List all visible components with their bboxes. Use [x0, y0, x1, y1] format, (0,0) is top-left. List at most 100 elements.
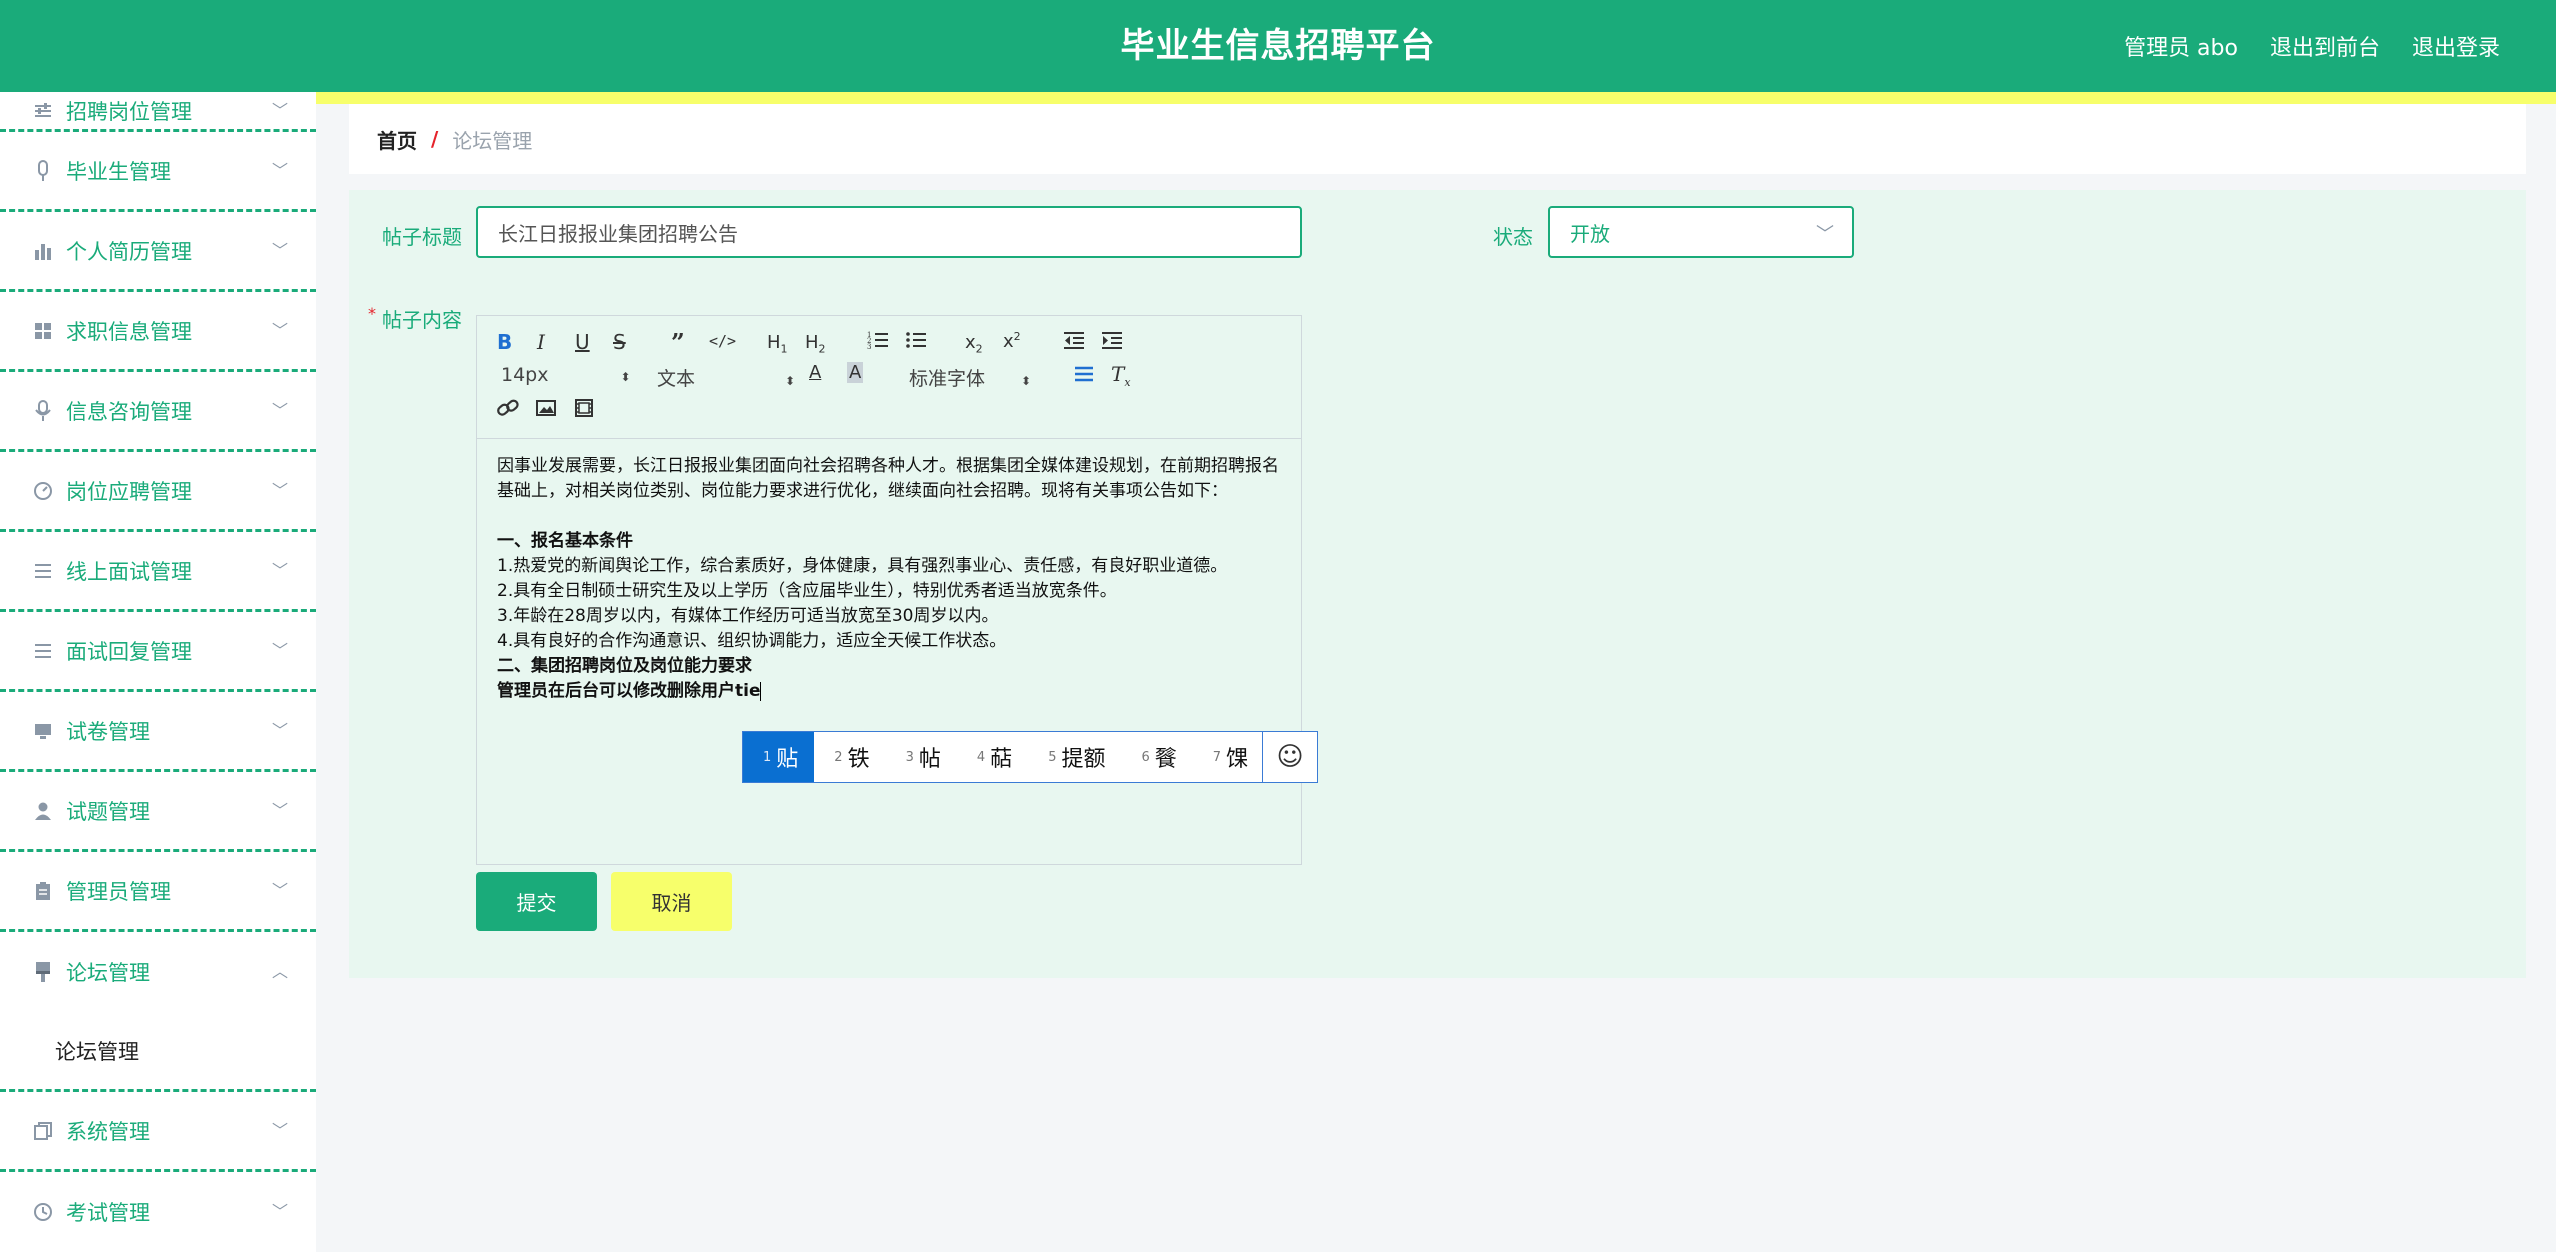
block-type-picker[interactable]: 文本 ⬍: [657, 364, 795, 391]
content-condition: 2.具有全日制硕士研究生及以上学历（含应届毕业生），特别优秀者适当放宽条件。: [497, 581, 1117, 601]
admin-user-label[interactable]: 管理员 abo: [2124, 30, 2238, 62]
chevron-down-icon: ﹀: [271, 100, 288, 120]
logout-link[interactable]: 退出登录: [2412, 30, 2500, 62]
grid-icon: [32, 320, 54, 342]
chevron-down-icon: ﹀: [271, 400, 288, 420]
bar-chart-icon: [32, 240, 54, 262]
sidebar-item-label: 信息咨询管理: [66, 399, 192, 424]
sidebar-item-label: 招聘岗位管理: [66, 99, 192, 124]
text-color-icon[interactable]: A: [809, 362, 821, 383]
strikethrough-icon[interactable]: S: [613, 330, 626, 354]
sidebar-item-graduates[interactable]: 毕业生管理 ﹀: [0, 132, 316, 212]
sidebar-item-label: 毕业生管理: [66, 159, 171, 184]
bullet-list-icon[interactable]: [905, 330, 927, 355]
sidebar-item-label: 试卷管理: [66, 719, 150, 744]
sidebar-item-job-seeking[interactable]: 求职信息管理 ﹀: [0, 292, 316, 372]
sidebar-item-online-interview[interactable]: 线上面试管理 ﹀: [0, 532, 316, 612]
sidebar-item-exams[interactable]: 考试管理 ﹀: [0, 1172, 316, 1252]
sidebar-item-interview-reply[interactable]: 面试回复管理 ﹀: [0, 612, 316, 692]
status-select[interactable]: 开放 ﹀: [1548, 206, 1854, 258]
background-color-icon[interactable]: A: [847, 362, 864, 383]
gauge-icon: [32, 480, 54, 502]
sidebar-item-exam-papers[interactable]: 试卷管理 ﹀: [0, 692, 316, 772]
list-icon: [32, 640, 54, 662]
submenu-item-forum-management[interactable]: 论坛管理: [0, 1012, 316, 1092]
monitor-icon: [32, 720, 54, 742]
text-caret: [760, 681, 762, 701]
sidebar-item-consulting[interactable]: 信息咨询管理 ﹀: [0, 372, 316, 452]
chevron-down-icon: ﹀: [271, 480, 288, 500]
bold-icon[interactable]: B: [497, 330, 512, 354]
chevron-down-icon: ﹀: [271, 800, 288, 820]
font-size-value: 14px: [501, 364, 549, 386]
ime-candidate-bar: 1贴 2铁 3帖 4萜 5 提额 6餮 7馃 ☺: [742, 731, 1319, 783]
sidebar-item-job-positions[interactable]: 招聘岗位管理 ﹀: [0, 92, 316, 132]
content-condition: 3.年龄在28周岁以内，有媒体工作经历可适当放宽至30周岁以内。: [497, 606, 999, 626]
ime-candidate[interactable]: 5 提额: [1028, 732, 1121, 782]
status-label: 状态: [1493, 225, 1533, 249]
ime-candidate[interactable]: 4萜: [957, 732, 1028, 782]
clear-format-icon[interactable]: Tx: [1111, 362, 1131, 389]
font-family-picker[interactable]: 标准字体 ⬍: [909, 364, 1031, 391]
exit-to-front-link[interactable]: 退出到前台: [2270, 30, 2380, 62]
breadcrumb-separator: /: [431, 127, 439, 151]
chevron-down-icon: ﹀: [271, 880, 288, 900]
mic-icon: [32, 159, 54, 182]
indent-icon[interactable]: [1101, 330, 1123, 355]
sidebar-item-admins[interactable]: 管理员管理 ﹀: [0, 852, 316, 932]
content-section2-title: 二、集团招聘岗位及岗位能力要求: [497, 656, 752, 676]
editor-toolbar: B I U S ” </> H1 H2 123 x2 x2 14px ⬍ 文本 ⬍ …: [477, 316, 1301, 439]
cancel-button[interactable]: 取消: [611, 872, 732, 931]
blockquote-icon[interactable]: ”: [671, 328, 685, 357]
subscript-icon[interactable]: x2: [965, 332, 983, 356]
sidebar-item-label: 系统管理: [66, 1119, 150, 1144]
ime-candidate[interactable]: 3帖: [886, 732, 957, 782]
svg-text:3: 3: [867, 343, 871, 350]
superscript-icon[interactable]: x2: [1003, 330, 1021, 352]
ime-candidate[interactable]: 6餮: [1121, 732, 1192, 782]
updown-icon: ⬍: [620, 370, 631, 384]
breadcrumb-home-link[interactable]: 首页: [377, 125, 417, 154]
underline-icon[interactable]: U: [575, 330, 590, 354]
chevron-down-icon: ﹀: [271, 320, 288, 340]
outdent-icon[interactable]: [1063, 330, 1085, 355]
align-icon[interactable]: [1073, 364, 1095, 389]
updown-icon: ⬍: [785, 374, 796, 388]
font-family-value: 标准字体: [909, 368, 986, 390]
clock-icon: [32, 1201, 54, 1223]
content-label: 帖子内容: [382, 308, 462, 332]
chevron-up-icon: ︿: [271, 962, 288, 981]
link-icon[interactable]: [497, 398, 519, 423]
font-size-picker[interactable]: 14px ⬍: [501, 364, 631, 386]
sidebar-item-label: 考试管理: [66, 1201, 150, 1225]
submit-button[interactable]: 提交: [476, 872, 597, 931]
sidebar-item-forum[interactable]: 论坛管理 ︿: [0, 932, 316, 1012]
sidebar: 招聘岗位管理 ﹀ 毕业生管理 ﹀ 个人简历管理 ﹀ 求职信息管理 ﹀ 信息咨询管…: [0, 92, 316, 1252]
sidebar-item-questions[interactable]: 试题管理 ﹀: [0, 772, 316, 852]
clipboard-icon: [32, 880, 54, 902]
italic-icon[interactable]: I: [537, 330, 545, 354]
title-label: 帖子标题: [382, 225, 462, 249]
microphone-icon: [32, 399, 54, 422]
sidebar-item-applications[interactable]: 岗位应聘管理 ﹀: [0, 452, 316, 532]
sidebar-item-label: 试题管理: [66, 799, 150, 824]
video-icon[interactable]: [573, 398, 595, 423]
image-icon[interactable]: [535, 398, 557, 423]
ordered-list-icon[interactable]: 123: [867, 330, 889, 355]
heading2-icon[interactable]: H2: [805, 332, 826, 356]
top-links: 管理员 abo 退出到前台 退出登录: [2124, 0, 2500, 92]
editor-content[interactable]: 因事业发展需要，长江日报报业集团面向社会招聘各种人才。根据集团全媒体建设规划，在…: [497, 454, 1287, 704]
sidebar-item-label: 岗位应聘管理: [66, 479, 192, 504]
title-input[interactable]: [476, 206, 1302, 258]
emoji-icon[interactable]: ☺: [1262, 732, 1317, 782]
code-block-icon[interactable]: </>: [709, 332, 736, 350]
sidebar-item-resumes[interactable]: 个人简历管理 ﹀: [0, 212, 316, 292]
chevron-down-icon: ﹀: [271, 560, 288, 580]
sidebar-item-system[interactable]: 系统管理 ﹀: [0, 1092, 316, 1172]
ime-candidate[interactable]: 2铁: [814, 732, 885, 782]
sidebar-item-label: 论坛管理: [66, 961, 150, 985]
ime-candidate[interactable]: 1贴: [743, 732, 815, 782]
content-intro: 因事业发展需要，长江日报报业集团面向社会招聘各种人才。根据集团全媒体建设规划，在…: [497, 456, 1279, 501]
heading1-icon[interactable]: H1: [767, 332, 788, 356]
ime-candidate[interactable]: 7馃: [1193, 732, 1262, 782]
